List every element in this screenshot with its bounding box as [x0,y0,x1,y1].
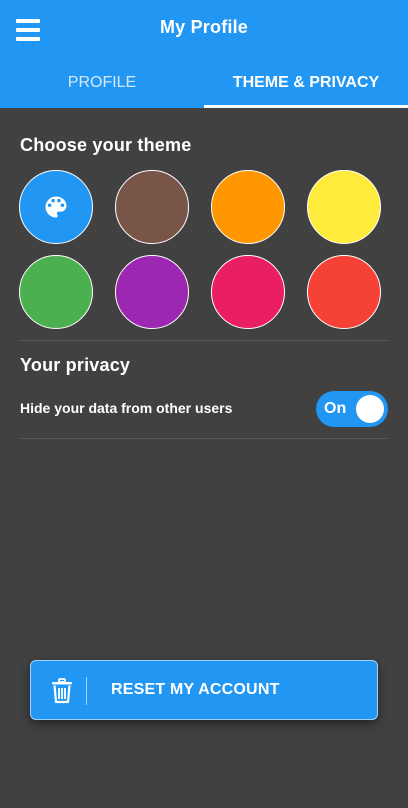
tab-bar: PROFILE THEME & PRIVACY [0,58,408,108]
theme-swatch-brown[interactable] [115,170,189,244]
page-title: My Profile [159,17,249,37]
theme-swatch-red[interactable] [307,255,381,329]
trash-icon [52,678,72,704]
reset-account-label: RESET MY ACCOUNT [111,681,280,698]
palette-icon [45,196,67,218]
hide-data-toggle[interactable]: On [316,391,388,427]
theme-swatch-pink[interactable] [211,255,285,329]
app-bar: My Profile PROFILE THEME & PRIVACY [0,0,408,108]
toggle-state-label: On [324,400,347,417]
theme-swatch-orange[interactable] [211,170,285,244]
theme-swatch-purple[interactable] [115,255,189,329]
theme-swatch-yellow[interactable] [307,170,381,244]
privacy-heading: Your privacy [20,355,131,375]
theme-swatch-blue[interactable] [19,170,93,244]
toggle-knob [356,395,384,423]
button-divider [86,677,87,705]
theme-heading: Choose your theme [20,135,192,155]
tab-theme-privacy[interactable]: THEME & PRIVACY [204,58,408,108]
theme-swatch-green[interactable] [19,255,93,329]
tab-profile[interactable]: PROFILE [0,58,204,108]
divider [20,438,388,439]
reset-account-button[interactable]: RESET MY ACCOUNT [30,660,378,720]
divider [20,340,388,341]
hide-data-label: Hide your data from other users [20,400,233,416]
